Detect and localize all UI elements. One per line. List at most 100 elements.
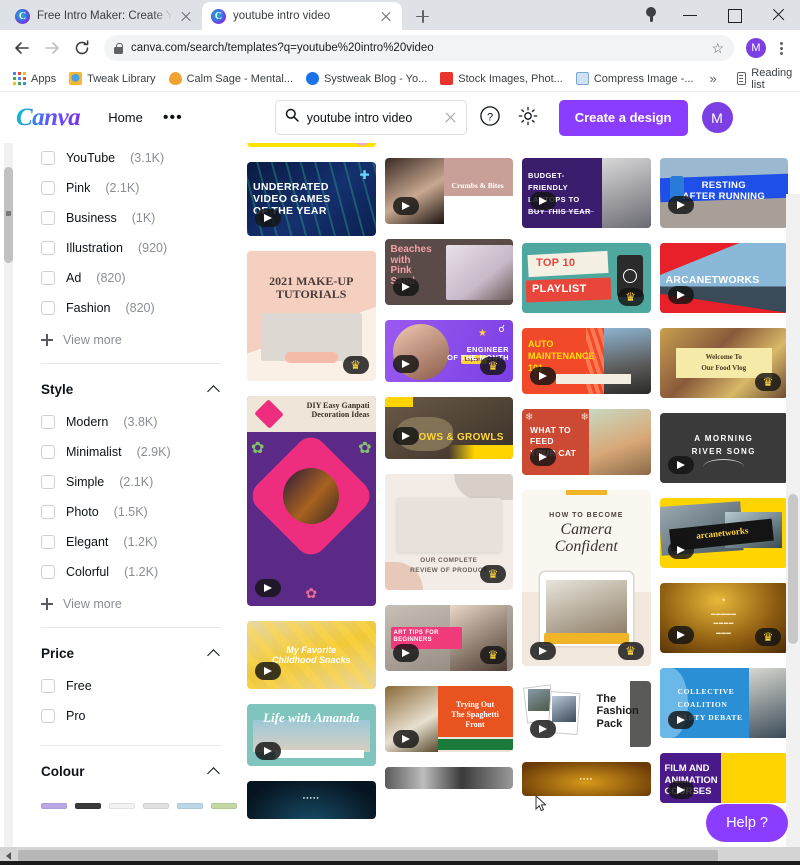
play-icon[interactable] (255, 662, 281, 680)
template-card[interactable]: DIY Easy Ganpati Decoration Ideas ✿ ✿ ✿ (247, 396, 376, 606)
checkbox[interactable] (41, 181, 55, 195)
template-card[interactable]: OUR COMPLETE REVIEW OF PRODUCT (385, 474, 514, 590)
template-card[interactable]: ✦ ▬▬▬▬▬▬▬▬▬▬▬▬ (660, 583, 789, 653)
play-icon[interactable] (530, 367, 556, 385)
bookmark-apps[interactable]: Apps (8, 70, 61, 87)
kebab-menu-icon[interactable] (770, 36, 792, 60)
filter-modern[interactable]: Modern (3.8K) (41, 407, 221, 437)
checkbox[interactable] (41, 475, 55, 489)
play-icon[interactable] (255, 209, 281, 227)
chevron-up-icon[interactable] (208, 650, 221, 658)
maximize-icon[interactable] (712, 0, 756, 30)
style-view-more-button[interactable]: View more (41, 587, 221, 627)
colour-swatch-purple[interactable] (41, 803, 67, 809)
template-card[interactable]: ●●●●● (247, 781, 376, 819)
play-icon[interactable] (393, 278, 419, 296)
bookmark-systweak-blog[interactable]: Systweak Blog - Yo... (301, 70, 432, 87)
template-card[interactable]: Welcome To Our Food Vlog (660, 328, 789, 398)
new-tab-button[interactable] (408, 2, 436, 30)
filter-minimalist[interactable]: Minimalist (2.9K) (41, 437, 221, 467)
bookmark-calm-sage[interactable]: Calm Sage - Mental... (164, 70, 298, 87)
canva-logo[interactable]: Canva (16, 104, 86, 132)
template-card[interactable]: A MORNING RIVER SONG (660, 413, 789, 483)
minimize-icon[interactable] (668, 0, 712, 30)
template-card[interactable]: The Fashion Pack (522, 681, 651, 747)
browser-tab-1[interactable]: Free Intro Maker: Create YouTub (6, 2, 202, 30)
play-icon[interactable] (255, 579, 281, 597)
scrollbar-thumb[interactable] (4, 167, 13, 263)
checkbox[interactable] (41, 505, 55, 519)
colour-swatch-green[interactable] (211, 803, 237, 809)
filter-illustration[interactable]: Illustration (920) (41, 233, 221, 263)
bookmark-tweak-library[interactable]: Tweak Library (64, 70, 160, 87)
template-card[interactable]: UNDERRATED VIDEO GAMES OF THE YEAR ✚ (247, 162, 376, 236)
close-icon[interactable] (756, 0, 800, 30)
avatar[interactable]: M (702, 102, 733, 133)
template-card[interactable]: ❄ ❄ WHAT TO FEED YOUR CAT (522, 409, 651, 475)
template-card[interactable]: ●●●● (522, 762, 651, 796)
play-icon[interactable] (255, 742, 281, 760)
filter-youtube[interactable]: YouTube (3.1K) (41, 143, 221, 173)
checkbox[interactable] (41, 565, 55, 579)
address-bar[interactable]: canva.com/search/templates?q=youtube%20i… (104, 35, 734, 61)
checkbox[interactable] (41, 535, 55, 549)
colour-group-header[interactable]: Colour (41, 746, 221, 789)
filter-business[interactable]: Business (1K) (41, 203, 221, 233)
checkbox[interactable] (41, 709, 55, 723)
filter-free[interactable]: Free (41, 671, 221, 701)
bookmark-stock-images[interactable]: Stock Images, Phot... (435, 70, 568, 87)
sidebar-scrollbar[interactable] (0, 143, 17, 864)
checkbox[interactable] (41, 415, 55, 429)
tab-close-icon[interactable] (379, 9, 393, 23)
checkbox[interactable] (41, 271, 55, 285)
template-card[interactable]: Trying Out The Spaghetti Front (385, 686, 514, 752)
play-icon[interactable] (668, 711, 694, 729)
template-card[interactable]: My Favorite Childhood Snacks (247, 621, 376, 689)
play-icon[interactable] (668, 456, 694, 474)
checkbox[interactable] (41, 301, 55, 315)
style-group-header[interactable]: Style (41, 364, 221, 407)
play-icon[interactable] (393, 197, 419, 215)
filter-fashion[interactable]: Fashion (820) (41, 293, 221, 323)
reading-list-button[interactable]: Reading list (731, 65, 800, 93)
play-icon[interactable] (393, 730, 419, 748)
forward-arrow-icon[interactable] (38, 34, 66, 62)
colour-swatch-grey[interactable] (143, 803, 169, 809)
play-icon[interactable] (530, 642, 556, 660)
template-card[interactable]: Beaches with Pink Sand (385, 239, 514, 305)
bookmark-compress-image[interactable]: Compress Image -... (571, 70, 699, 87)
back-arrow-icon[interactable] (8, 34, 36, 62)
play-icon[interactable] (668, 781, 694, 799)
create-a-design-button[interactable]: Create a design (559, 100, 688, 136)
play-icon[interactable] (393, 644, 419, 662)
template-card[interactable]: HOW TO BECOME CameraConfident (522, 490, 651, 666)
colour-swatch-black[interactable] (75, 803, 101, 809)
play-icon[interactable] (668, 541, 694, 559)
template-card[interactable]: Crumbs & Bites (385, 158, 514, 224)
clear-icon[interactable] (444, 111, 457, 124)
template-card[interactable]: 2021 MAKE-UP TUTORIALS (247, 251, 376, 381)
checkbox[interactable] (41, 241, 55, 255)
profile-pin-icon[interactable] (640, 4, 662, 26)
reload-icon[interactable] (68, 34, 96, 62)
template-card[interactable]: arcanetworks (660, 498, 789, 568)
browser-tab-2[interactable]: youtube intro video (202, 2, 402, 30)
template-card[interactable] (385, 767, 514, 789)
template-card[interactable]: ART TIPS FOR BEGINNERS (385, 605, 514, 671)
template-card[interactable]: TOP 10 PLAYLIST (522, 243, 651, 313)
filter-photo[interactable]: Photo (1.5K) (41, 497, 221, 527)
template-card[interactable]: FILM AND ANIMATION COURSES (660, 753, 789, 803)
template-card[interactable]: AUTO MAINTENANCE 101 (522, 328, 651, 394)
template-card[interactable]: COLLECTIVE COALITION PARTY DEBATE (660, 668, 789, 738)
template-card[interactable]: ARCANETWORKS (660, 243, 789, 313)
profile-avatar[interactable]: M (746, 38, 766, 58)
checkbox[interactable] (41, 211, 55, 225)
search-input[interactable]: youtube intro video (275, 100, 467, 135)
nav-more-icon[interactable]: ••• (163, 113, 183, 123)
gear-icon[interactable] (517, 105, 543, 131)
checkbox[interactable] (41, 679, 55, 693)
template-card[interactable]: OWS & GROWLS (385, 397, 514, 459)
filter-elegant[interactable]: Elegant (1.2K) (41, 527, 221, 557)
chevron-up-icon[interactable] (208, 386, 221, 394)
filter-pink[interactable]: Pink (2.1K) (41, 173, 221, 203)
